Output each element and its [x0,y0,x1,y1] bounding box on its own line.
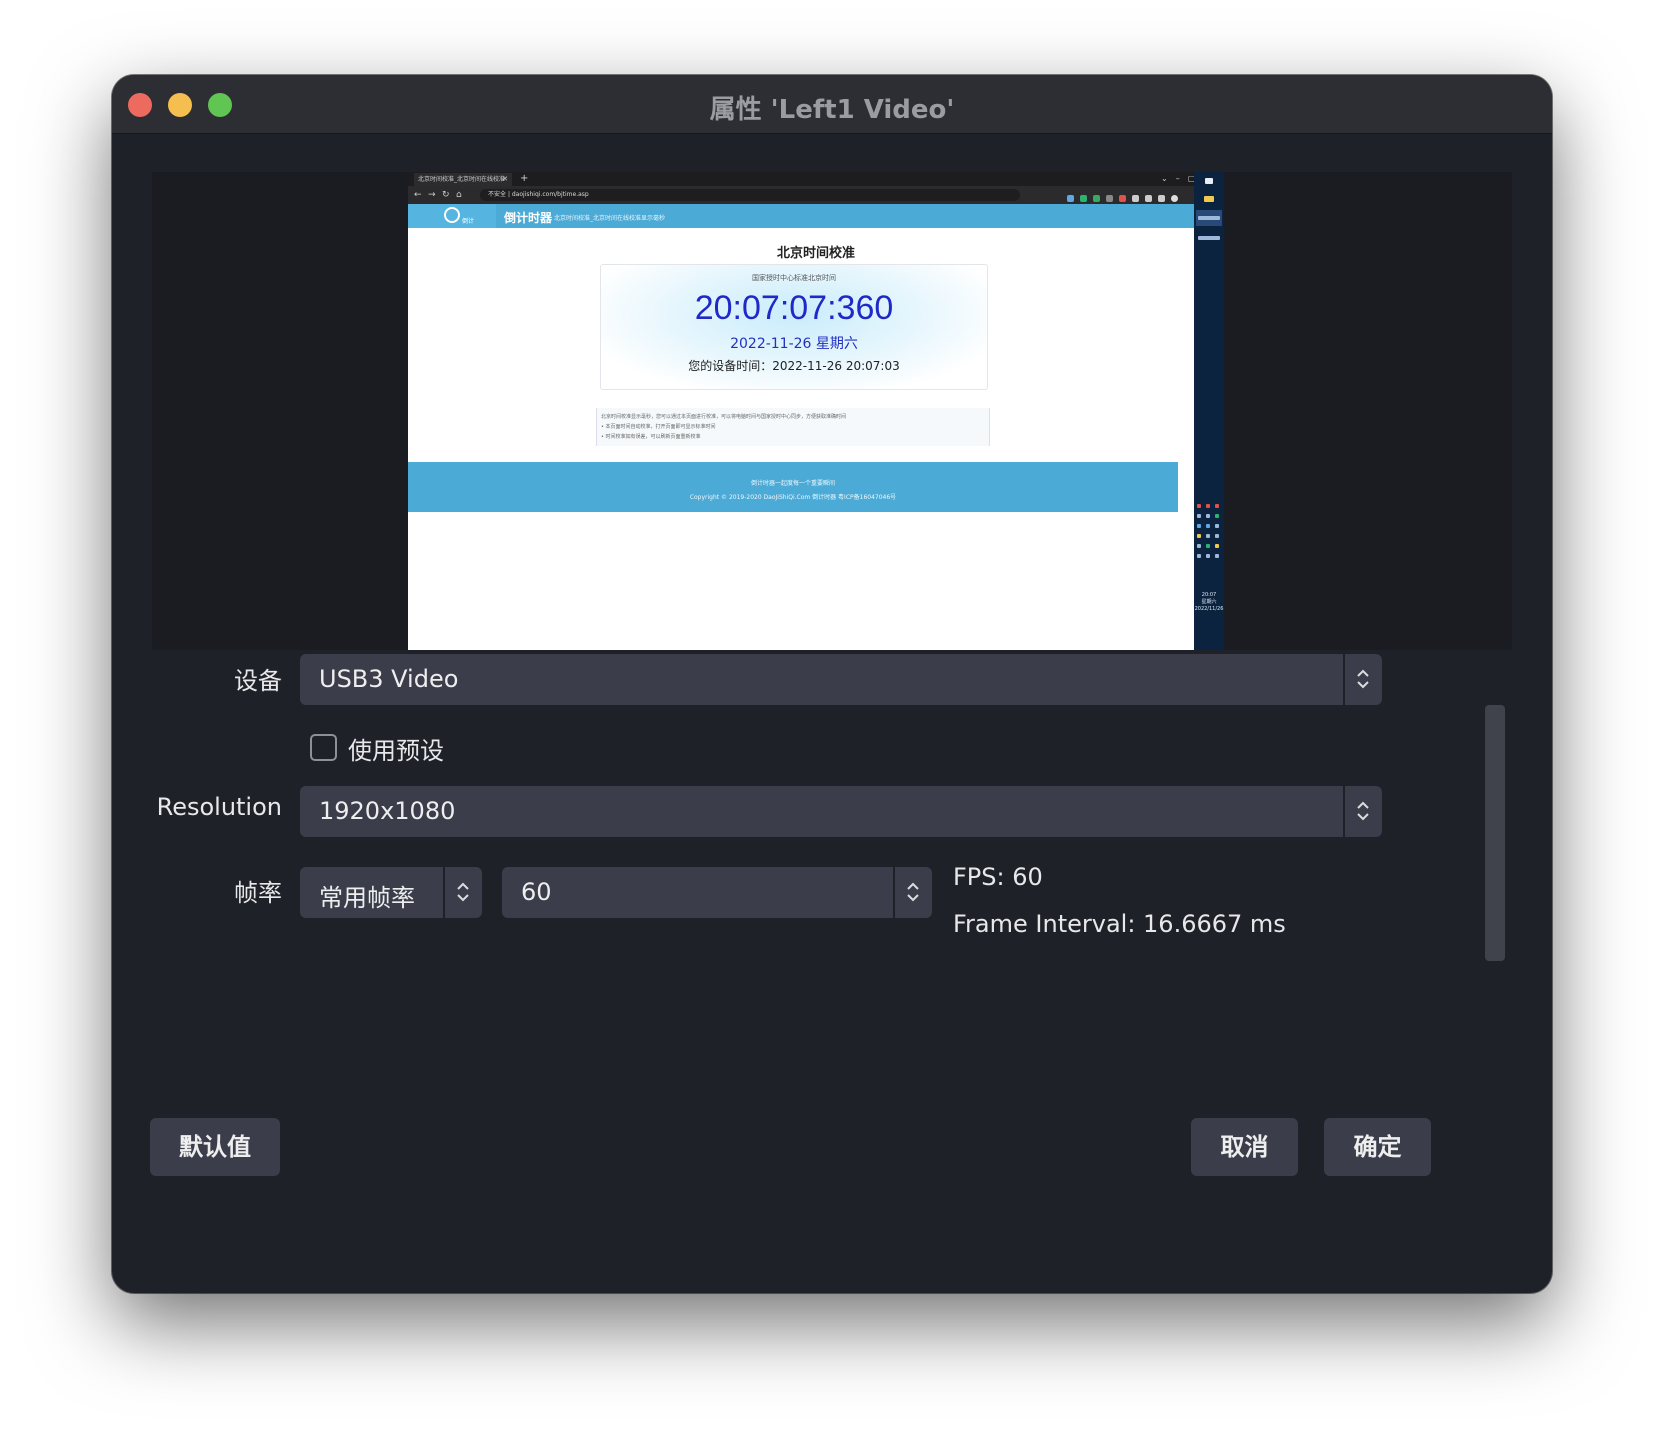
updown-chevron-icon [1343,654,1382,705]
note-line: 北京时间校准显示毫秒，您可以通过本页面进行校准，可以将电脑时间与国家授时中心同步… [601,414,847,420]
title-bar[interactable]: 属性 'Left1 Video' [112,75,1552,134]
updown-chevron-icon [443,867,482,918]
taskbar-weekday: 星期六 [1201,599,1217,605]
device-label: 设备 [234,667,282,695]
security-label: 不安全 [488,191,507,198]
window-title: 属性 'Left1 Video' [709,95,955,125]
use-preset-label[interactable]: 使用预设 [348,731,444,766]
extension-icons [1064,189,1214,202]
notes-box: 北京时间校准显示毫秒，您可以通过本页面进行校准，可以将电脑时间与国家授时中心同步… [596,408,990,446]
start-icon [1205,178,1213,184]
tab-close-icon: ✕ [502,175,508,183]
site-header: 倒计 倒计时器 北京时间校准_北京时间在线校准显示毫秒 [408,204,1224,228]
cancel-button[interactable]: 取消 [1191,1118,1298,1176]
forward-icon: → [428,190,436,200]
framerate-mode-value: 常用帧率 [319,884,415,912]
framerate-mode-select[interactable]: 常用帧率 [300,867,482,918]
browser-address-bar: ← → ↻ ⌂ 不安全 | daojishiqi.com/bjtime.asp [408,186,1224,204]
resolution-select-value: 1920x1080 [319,797,456,825]
framerate-label: 帧率 [234,879,282,907]
clock-time: 20:07:07:360 [694,289,894,327]
browser-tab: 北京时间校准_北京时间在线校准 ✕ [414,173,512,186]
clock-card: 国家授时中心标准北京时间 20:07:07:360 2022-11-26 星期六… [600,264,988,390]
taskbar-time: 20:07 [1201,592,1217,598]
system-tray-icons [1197,504,1221,574]
updown-chevron-icon [893,867,932,918]
site-name: 倒计时器 [504,211,553,225]
device-select[interactable]: USB3 Video [300,654,1382,705]
fps-readout: FPS: 60 [953,863,1043,891]
browser-tab-title: 北京时间校准_北京时间在线校准 [418,176,506,183]
new-tab-icon: + [520,173,529,184]
footer-slogan: 倒计时器一起度每一个重要瞬间 [750,480,835,487]
device-select-value: USB3 Video [319,665,459,693]
site-logo: 倒计 [408,204,496,228]
taskbar-date: 2022/11/26 [1194,606,1224,612]
clock-date: 2022-11-26 星期六 [730,336,858,352]
resolution-label: Resolution [156,793,282,821]
windows-taskbar: 20:07 星期六 2022/11/26 [1194,172,1224,650]
taskbar-clock: 20:07 星期六 2022/11/26 [1194,592,1224,613]
clock-caption: 国家授时中心标准北京时间 [752,274,836,282]
framerate-value-select[interactable]: 60 [502,867,932,918]
reload-icon: ↻ [442,190,450,200]
taskbar-item [1198,216,1220,220]
source-preview: 北京时间校准_北京时间在线校准 ✕ + ⌄–▢✕ ← → ↻ ⌂ 不安全 | d… [152,172,1512,650]
captured-screen: 北京时间校准_北京时间在线校准 ✕ + ⌄–▢✕ ← → ↻ ⌂ 不安全 | d… [408,172,1224,650]
url-field: 不安全 | daojishiqi.com/bjtime.asp [480,189,1020,201]
use-preset-checkbox[interactable] [310,734,337,761]
defaults-button[interactable]: 默认值 [150,1118,280,1176]
updown-chevron-icon [1343,786,1382,837]
back-icon: ← [414,190,422,200]
stopwatch-icon [444,207,460,223]
properties-dialog: 属性 'Left1 Video' 北京时间校准_北京时间在线校准 ✕ + ⌄–▢… [112,75,1552,1293]
browser-tab-bar: 北京时间校准_北京时间在线校准 ✕ + ⌄–▢✕ [408,172,1224,186]
note-line: • 时间校准如有误差，可以刷新页面重新校准 [601,434,701,440]
site-logo-text: 倒计 [462,218,475,225]
site-footer: 倒计时器一起度每一个重要瞬间 Copyright © 2019-2020 Dao… [408,462,1178,512]
folder-icon [1204,196,1214,202]
device-time: 您的设备时间：2022-11-26 20:07:03 [688,359,900,373]
footer-copyright: Copyright © 2019-2020 DaoJiShiQi.Com 倒计时… [689,494,897,501]
framerate-value: 60 [521,878,552,906]
ok-button[interactable]: 确定 [1324,1118,1431,1176]
page-title: 北京时间校准 [776,246,855,261]
home-icon: ⌂ [456,190,462,200]
site-subtitle: 北京时间校准_北京时间在线校准显示毫秒 [554,215,666,222]
url-text: daojishiqi.com/bjtime.asp [511,191,589,198]
resolution-select[interactable]: 1920x1080 [300,786,1382,837]
taskbar-item [1198,236,1220,240]
vertical-scrollbar[interactable] [1485,705,1505,961]
note-line: • 本页面时间自动校准，打开页面即可显示标准时间 [601,424,716,430]
frame-interval-readout: Frame Interval: 16.6667 ms [953,910,1286,938]
